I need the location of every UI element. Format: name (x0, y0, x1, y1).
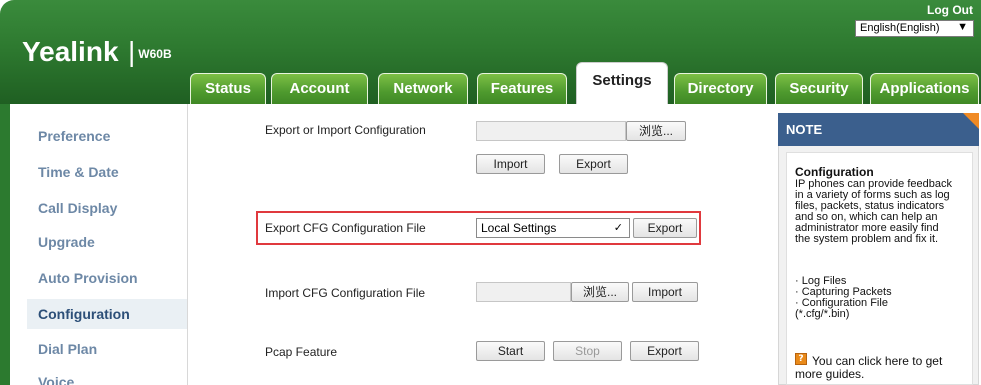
logo-separator: | W60B (128, 36, 172, 67)
sidebar-item-preference[interactable]: Preference (38, 128, 110, 144)
chevron-down-icon: ✓︎ (613, 222, 623, 234)
sidebar-item-upgrade[interactable]: Upgrade (38, 234, 95, 250)
help-icon[interactable]: ? (795, 353, 807, 365)
import-cfg-button[interactable]: Import (632, 282, 698, 302)
export-cfg-selected: Local Settings (481, 221, 557, 235)
chevron-down-icon: ▼ (957, 21, 968, 33)
pcap-feature-label: Pcap Feature (265, 345, 338, 359)
note-bullet: (*.cfg/*.bin) (795, 308, 850, 320)
tab-settings[interactable]: Settings (576, 62, 668, 104)
guide-link-line2[interactable]: more guides. (795, 368, 864, 380)
language-value: English(English) (860, 22, 940, 34)
pcap-start-button[interactable]: Start (476, 341, 545, 361)
tab-directory[interactable]: Directory (674, 73, 767, 104)
note-title: NOTE (786, 122, 823, 137)
tab-applications[interactable]: Applications (870, 73, 979, 104)
export-cfg-select[interactable]: Local Settings ✓︎ (476, 218, 630, 238)
language-select[interactable]: English(English) ▼ (855, 20, 974, 37)
note-corner-decoration (963, 113, 979, 129)
pcap-export-button[interactable]: Export (630, 341, 699, 361)
guide-link-line1[interactable]: You can click here to get (812, 355, 942, 367)
logout-link[interactable]: Log Out (927, 3, 973, 17)
tab-network[interactable]: Network (378, 73, 468, 104)
export-cfg-button[interactable]: Export (633, 218, 697, 238)
export-config-button[interactable]: Export (559, 154, 628, 174)
tab-account[interactable]: Account (271, 73, 368, 104)
note-heading: Configuration (795, 165, 874, 179)
tab-security[interactable]: Security (775, 73, 863, 104)
cfg-file-path-field[interactable] (476, 282, 571, 302)
brand-logo: Yealink (22, 36, 119, 67)
model-label: W60B (138, 47, 172, 61)
sidebar-item-auto-provision[interactable]: Auto Provision (38, 270, 138, 286)
import-cfg-label: Import CFG Configuration File (265, 286, 426, 300)
header-bar: Yealink | W60B Log Out English(English) ▼… (0, 0, 981, 104)
sidebar-item-call-display[interactable]: Call Display (38, 200, 117, 216)
browse-cfg-button[interactable]: 浏览... (571, 282, 629, 302)
export-cfg-label: Export CFG Configuration File (265, 221, 426, 235)
export-import-config-label: Export or Import Configuration (265, 123, 426, 137)
tab-status[interactable]: Status (190, 73, 266, 104)
pcap-stop-button[interactable]: Stop (553, 341, 622, 361)
note-line: the system problem and fix it. (795, 233, 939, 245)
browse-config-button[interactable]: 浏览... (626, 121, 686, 141)
tab-features[interactable]: Features (477, 73, 567, 104)
import-config-button[interactable]: Import (476, 154, 545, 174)
config-file-path-field[interactable] (476, 121, 626, 141)
sidebar-item-voice[interactable]: Voice (38, 374, 74, 385)
sidebar-item-dial-plan[interactable]: Dial Plan (38, 341, 97, 357)
sidebar-item-time-date[interactable]: Time & Date (38, 164, 119, 180)
sidebar-item-configuration[interactable]: Configuration (38, 306, 130, 322)
content-divider (187, 104, 188, 385)
